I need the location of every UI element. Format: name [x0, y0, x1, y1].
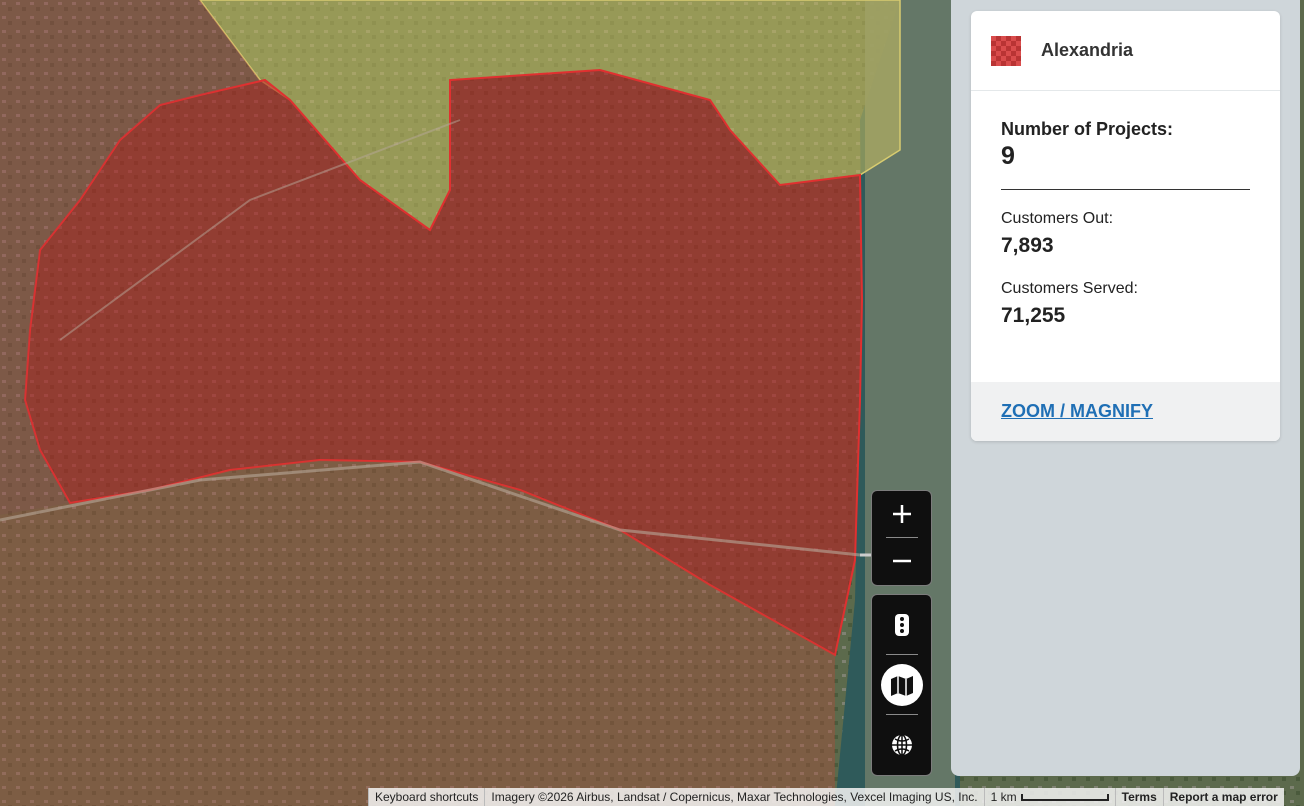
projects-label: Number of Projects: — [1001, 119, 1174, 139]
keyboard-shortcuts-link[interactable]: Keyboard shortcuts — [368, 788, 485, 806]
globe-icon — [891, 733, 912, 756]
customers-out-label: Customers Out: — [1001, 210, 1114, 227]
terms-link[interactable]: Terms — [1114, 788, 1163, 806]
region-info-card: Alexandria Number of Projects: 9 Custome… — [971, 11, 1280, 441]
map-layer-button[interactable] — [872, 655, 931, 714]
imagery-credit: Imagery ©2026 Airbus, Landsat / Copernic… — [484, 788, 984, 806]
traffic-layer-button[interactable] — [872, 595, 931, 654]
card-footer: ZOOM / MAGNIFY — [971, 382, 1280, 441]
minus-icon — [892, 559, 911, 563]
zoom-in-button[interactable] — [872, 491, 931, 537]
traffic-light-icon — [894, 613, 909, 636]
zoom-out-button[interactable] — [872, 538, 931, 584]
scale-label: 1 km — [990, 790, 1017, 804]
plus-icon — [892, 505, 911, 523]
scale-indicator[interactable]: 1 km — [983, 788, 1115, 806]
zoom-controls — [871, 490, 932, 586]
region-title: Alexandria — [1041, 40, 1134, 60]
zoom-magnify-link[interactable]: ZOOM / MAGNIFY — [1001, 401, 1153, 422]
projects-value: 9 — [1001, 142, 1015, 170]
customers-served-label: Customers Served: — [1001, 280, 1138, 297]
card-header: Alexandria — [971, 11, 1280, 91]
satellite-layer-button[interactable] — [872, 715, 931, 774]
divider — [1001, 189, 1250, 190]
customers-served-value: 71,255 — [1001, 304, 1066, 327]
scale-bar — [1020, 794, 1109, 802]
map-attribution: Keyboard shortcuts Imagery ©2026 Airbus,… — [368, 788, 1284, 806]
customers-out-value: 7,893 — [1001, 234, 1054, 257]
map-icon — [890, 675, 913, 696]
layer-controls — [871, 594, 932, 776]
map-layer-active — [880, 663, 923, 706]
report-map-error-link[interactable]: Report a map error — [1162, 788, 1284, 806]
region-swatch — [991, 35, 1021, 66]
